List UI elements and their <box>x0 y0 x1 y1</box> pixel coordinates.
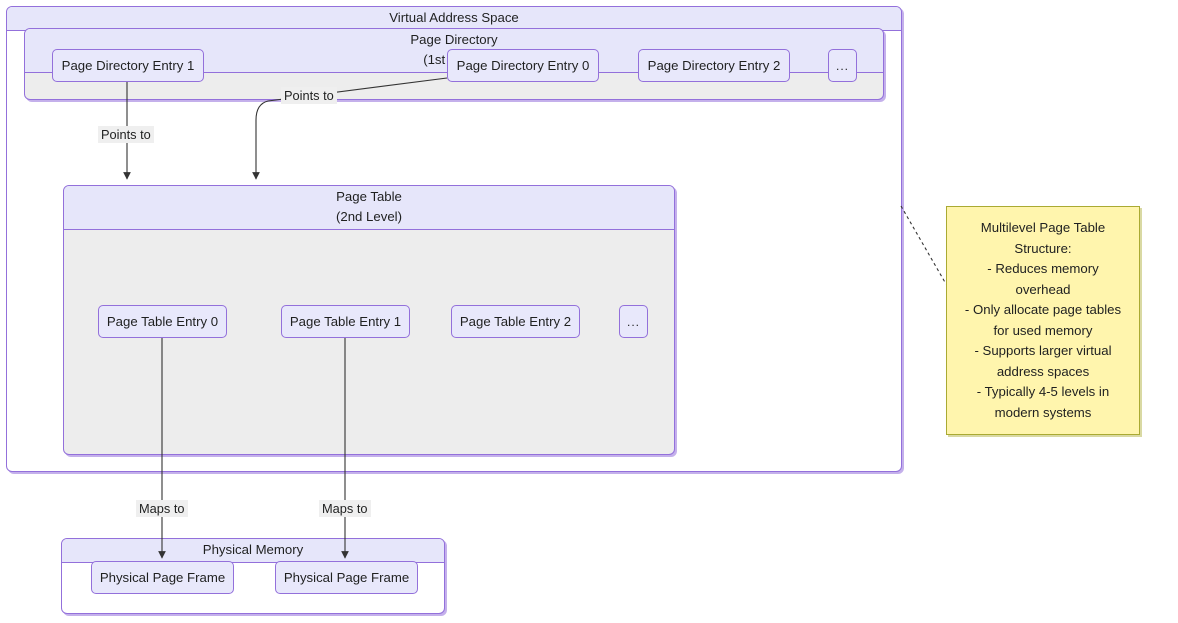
node-page-directory-entry-more[interactable]: ... <box>828 49 857 82</box>
cluster-page-table-label-line2: (2nd Level) <box>336 209 402 224</box>
node-page-directory-entry-2[interactable]: Page Directory Entry 2 <box>638 49 790 82</box>
cluster-physical-memory-header: Physical Memory <box>62 539 444 563</box>
node-page-directory-entry-0[interactable]: Page Directory Entry 0 <box>447 49 599 82</box>
cluster-page-directory-label-line1: Page Directory <box>410 32 498 47</box>
node-page-directory-entry-0-label: Page Directory Entry 0 <box>456 57 590 73</box>
node-physical-page-frame-b[interactable]: Physical Page Frame <box>275 561 418 594</box>
node-page-directory-entry-1[interactable]: Page Directory Entry 1 <box>52 49 204 82</box>
node-page-table-entry-2-label: Page Table Entry 2 <box>459 313 572 329</box>
node-page-table-entry-1-label: Page Table Entry 1 <box>289 313 402 329</box>
node-page-directory-entry-more-label: ... <box>835 58 849 73</box>
note-multilevel-page-table: Multilevel Page Table Structure: - Reduces… <box>946 206 1140 435</box>
node-page-table-entry-more-label: ... <box>626 314 640 329</box>
cluster-physical-memory-label: Physical Memory <box>202 542 304 557</box>
note-connector <box>900 205 947 285</box>
node-page-table-entry-0[interactable]: Page Table Entry 0 <box>98 305 227 338</box>
note-text: Multilevel Page Table Structure: - Reduces… <box>964 220 1122 420</box>
node-page-table-entry-0-label: Page Table Entry 0 <box>106 313 219 329</box>
node-page-table-entry-1[interactable]: Page Table Entry 1 <box>281 305 410 338</box>
cluster-page-table-label-line1: Page Table <box>336 189 402 204</box>
node-physical-page-frame-a[interactable]: Physical Page Frame <box>91 561 234 594</box>
edge-label-maps-to-b: Maps to <box>319 500 371 517</box>
edge-label-points-to-a: Points to <box>98 126 154 143</box>
edge-label-points-to-b: Points to <box>281 87 337 104</box>
node-physical-page-frame-a-label: Physical Page Frame <box>99 569 226 585</box>
cluster-virtual-address-space-label: Virtual Address Space <box>389 10 519 25</box>
node-physical-page-frame-b-label: Physical Page Frame <box>283 569 410 585</box>
node-page-directory-entry-1-label: Page Directory Entry 1 <box>61 57 195 73</box>
cluster-page-table-header: Page Table (2nd Level) <box>64 186 674 230</box>
edge-label-maps-to-a: Maps to <box>136 500 188 517</box>
node-page-table-entry-2[interactable]: Page Table Entry 2 <box>451 305 580 338</box>
node-page-table-entry-more[interactable]: ... <box>619 305 648 338</box>
node-page-directory-entry-2-label: Page Directory Entry 2 <box>647 57 781 73</box>
